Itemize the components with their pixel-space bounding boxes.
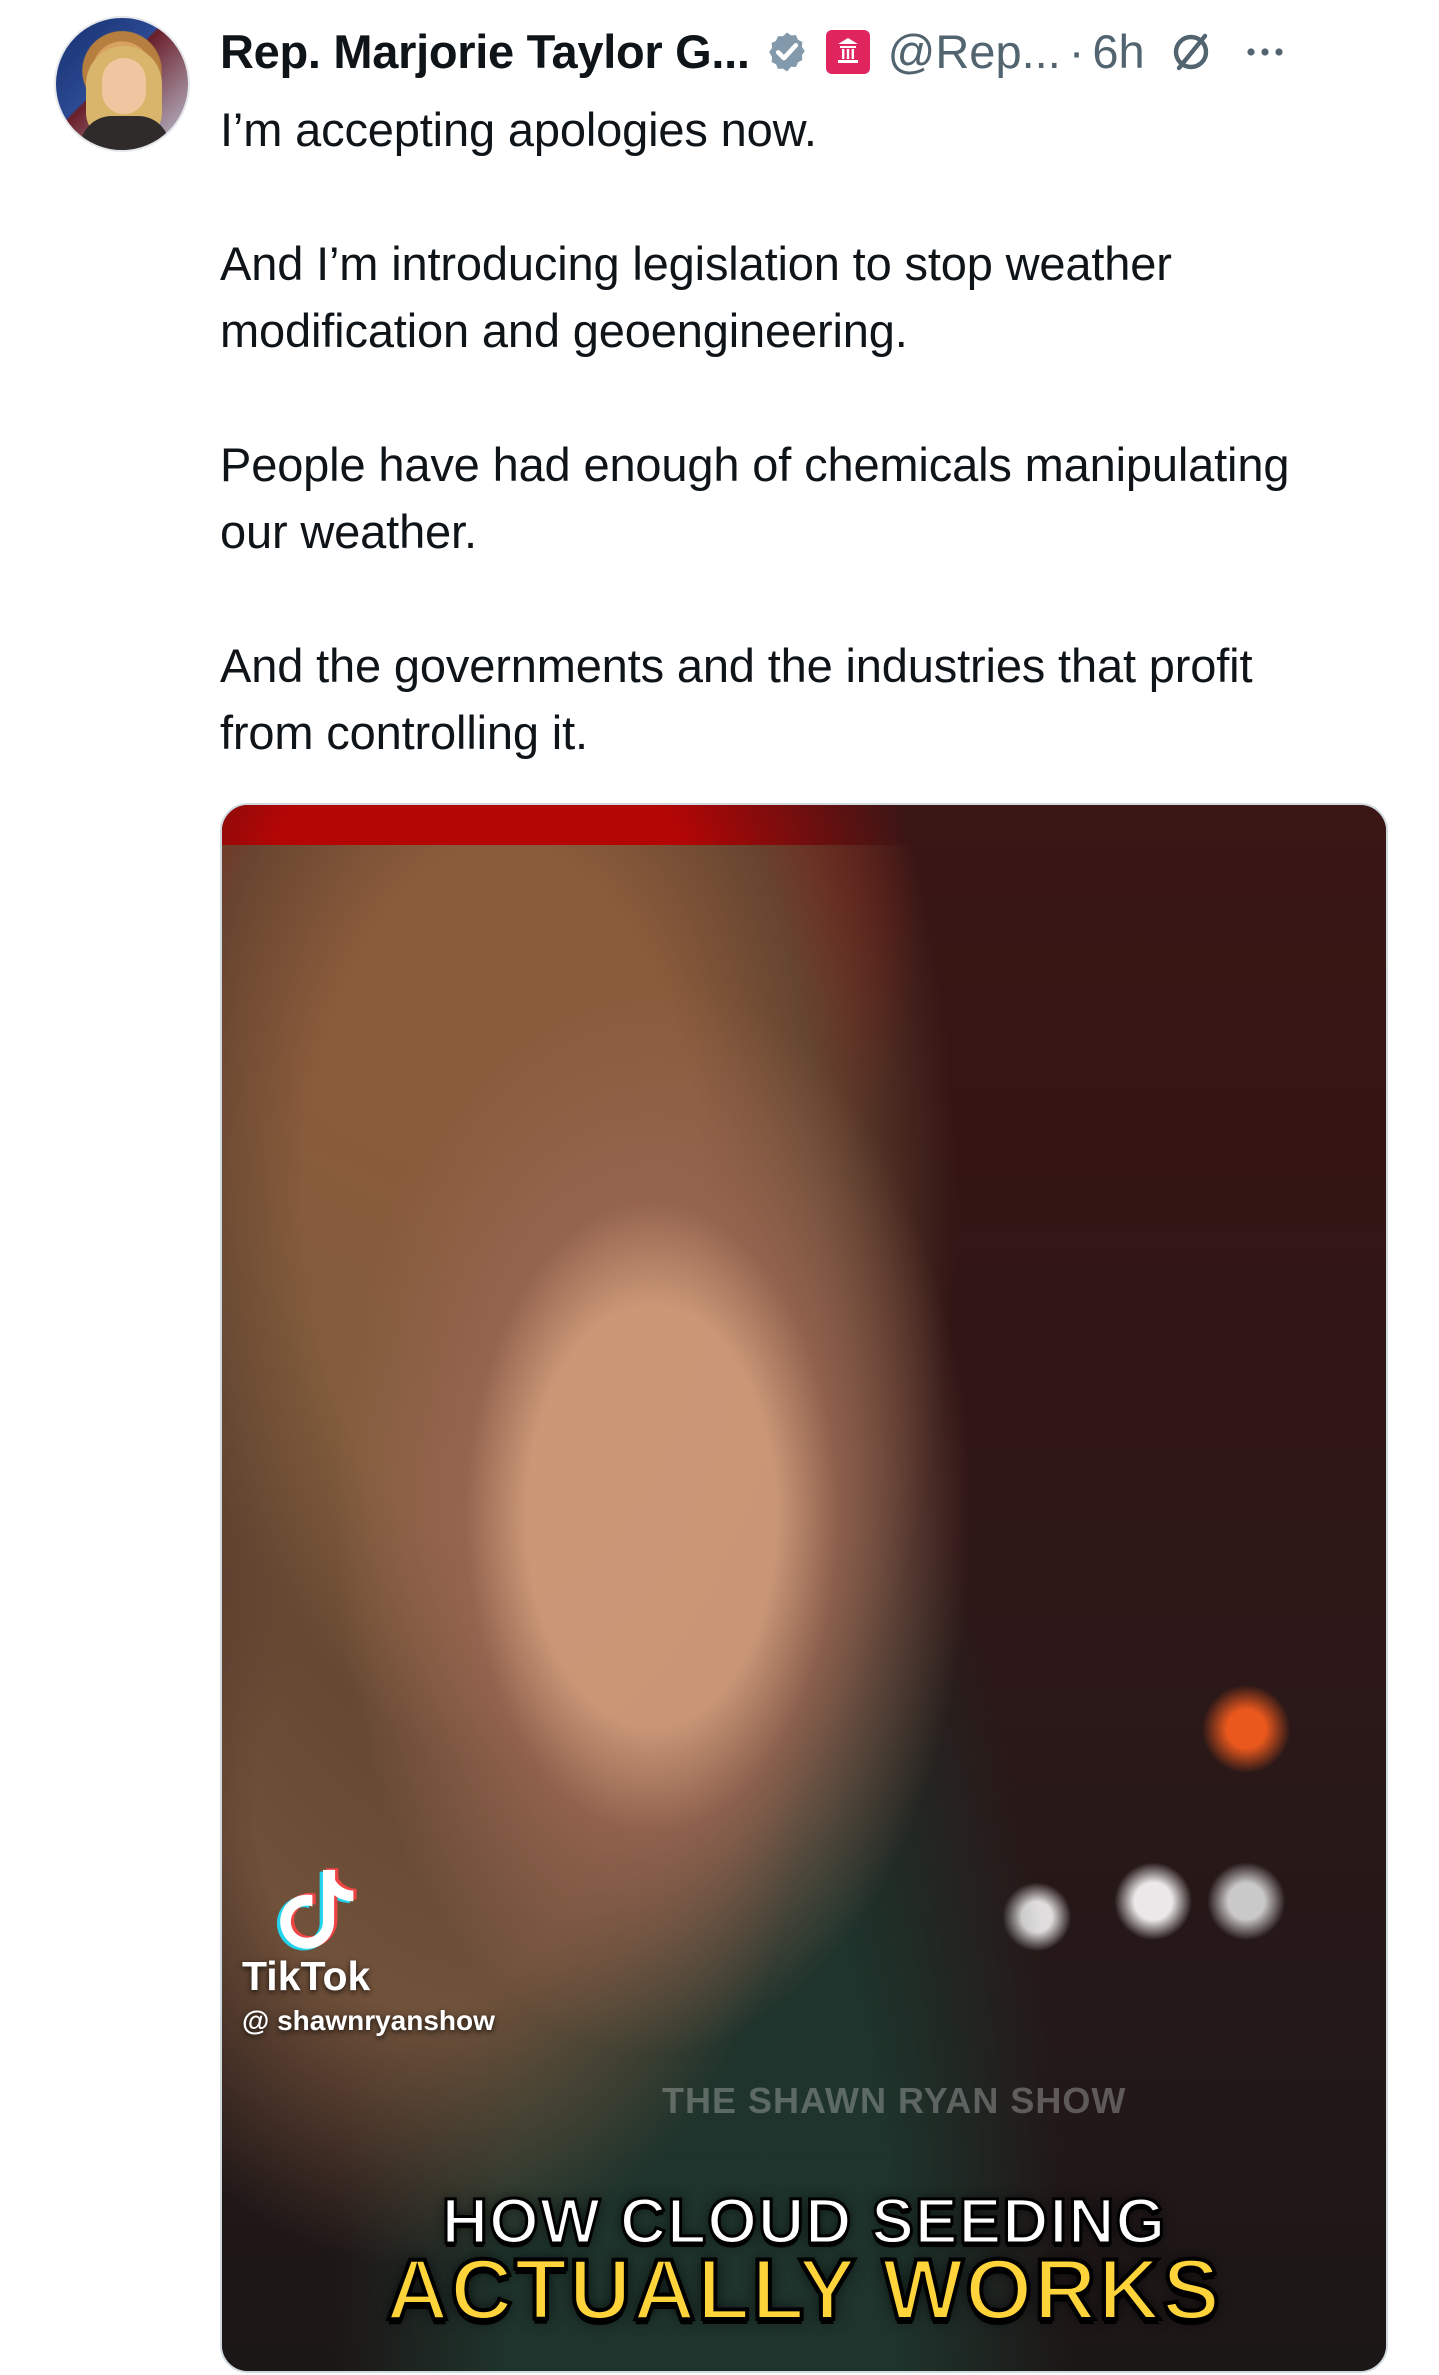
profile-avatar[interactable] (54, 16, 190, 152)
tweet-paragraph-2: And I’m introducing legislation to stop … (220, 237, 1172, 357)
show-watermark: THE SHAWN RYAN SHOW (662, 2080, 1127, 2121)
video-subject (222, 845, 1202, 2371)
user-handle[interactable]: @Rep... (888, 18, 1061, 86)
display-name[interactable]: Rep. Marjorie Taylor G... (220, 18, 750, 86)
government-label-icon (825, 30, 870, 74)
tweet-text: I’m accepting apologies now. And I’m int… (220, 96, 1400, 833)
meta-separator: · (1068, 25, 1085, 78)
tweet-paragraph-3: People have had enough of chemicals mani… (220, 438, 1290, 558)
tiktok-label: TikTok (242, 1953, 371, 1999)
avatar-body (80, 116, 170, 150)
video-caption-line-2: ACTUALLY WORKS (384, 2240, 1222, 2340)
tweet-paragraph-1: I’m accepting apologies now. (220, 103, 817, 156)
tweet: Rep. Marjorie Taylor G... @Rep... · 6h I… (0, 0, 1439, 2375)
tweet-timestamp[interactable]: 6h (1092, 18, 1144, 86)
avatar-face (102, 58, 146, 114)
tweet-paragraph-4: And the governments and the industries t… (220, 639, 1253, 759)
tiktok-handle: @ shawnryanshow (242, 2005, 495, 2036)
more-options-icon[interactable] (1241, 28, 1289, 76)
verified-badge-icon[interactable] (764, 29, 810, 75)
tweet-header: Rep. Marjorie Taylor G... @Rep... · 6h (220, 18, 1410, 86)
tweet-video[interactable]: TikTok @ shawnryanshow THE SHAWN RYAN SH… (220, 803, 1388, 2373)
grok-icon[interactable] (1167, 28, 1215, 76)
tiktok-logo-icon (276, 1868, 357, 1951)
